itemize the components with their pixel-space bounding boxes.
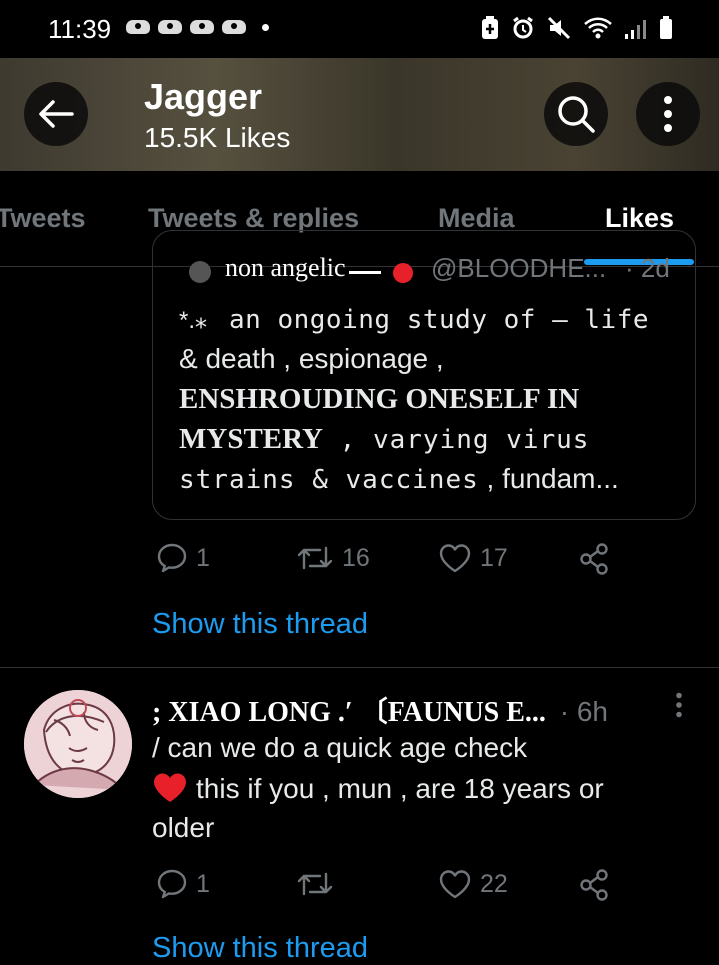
gamepad-icon [190, 20, 214, 34]
tweet-divider [0, 667, 719, 668]
quoted-time: · 2d [625, 253, 670, 283]
search-icon [558, 96, 595, 133]
quoted-line-5: strains & vaccines , fundam... [179, 463, 619, 495]
retweet-button[interactable]: 16 [296, 542, 370, 574]
quoted-line-4: MYSTERY , varying virus [179, 423, 589, 456]
tweet-text-line-2: this if you , mun , are 18 years or [152, 772, 604, 805]
more-vertical-icon [664, 96, 672, 132]
share-icon [580, 543, 608, 575]
quoted-avatar-icon [189, 261, 211, 283]
quoted-line-1-text: an ongoing study of — life [229, 305, 650, 335]
tab-tweets[interactable]: Tweets [0, 203, 86, 234]
quoted-line-2: & death , espionage , [179, 343, 444, 374]
back-button[interactable] [24, 82, 88, 146]
share-icon [580, 869, 608, 901]
retweet-button-2[interactable] [296, 868, 342, 900]
more-notifications-dot [262, 23, 269, 31]
reply-button[interactable]: 1 [156, 542, 210, 574]
quoted-sparkle-prefix: *.⁎ [179, 307, 208, 334]
like-button[interactable]: 17 [438, 542, 508, 574]
quoted-handle: @BLOODHE... [431, 253, 607, 283]
quoted-line-3: ENSHROUDING ONESELF IN [179, 383, 580, 415]
more-options-button[interactable] [636, 82, 700, 146]
battery-saver-icon [482, 16, 498, 39]
show-thread-link-2[interactable]: Show this thread [152, 932, 368, 965]
quoted-line-1: *.⁎ an ongoing study of — life [179, 303, 649, 335]
retweet-count: 16 [342, 543, 370, 572]
reply-count: 1 [196, 543, 210, 572]
share-button-2[interactable] [578, 868, 612, 902]
reply-icon [157, 869, 187, 899]
quoted-author: non angelic [225, 253, 346, 282]
quoted-line-4-bold: MYSTERY [179, 423, 323, 455]
notification-icons [126, 20, 269, 34]
avatar[interactable] [24, 690, 132, 798]
tweet-author-name-text: ; XIAO LONG .′ 〔FAUNUS E... [152, 697, 546, 728]
heart-icon [439, 870, 471, 899]
system-icons [481, 16, 673, 40]
heart-icon [439, 544, 471, 573]
likes-count: 15.5K Likes [144, 122, 291, 153]
quoted-heart-emoji-icon [393, 263, 413, 283]
signal-icon [625, 20, 646, 39]
battery-icon [660, 16, 672, 39]
red-heart-emoji-icon [154, 773, 186, 802]
retweet-icon [297, 546, 333, 570]
alarm-icon [513, 16, 533, 39]
retweet-icon [297, 872, 333, 896]
quoted-line-4-text: , varying virus [323, 425, 590, 455]
status-bar: 11:39 [0, 0, 719, 58]
tweet-text-line-1: / can we do a quick age check [152, 732, 528, 763]
arrow-left-icon [39, 100, 74, 128]
tweet-text-line-3: older [152, 812, 215, 843]
gamepad-icon [222, 20, 246, 34]
tweet-text-line-2-text: this if you , mun , are 18 years or [196, 773, 604, 804]
like-count-2: 22 [480, 869, 508, 898]
like-button-2[interactable]: 22 [438, 868, 508, 900]
search-button[interactable] [544, 82, 608, 146]
avatar-illustration-icon [24, 690, 132, 798]
tweet-more-icon[interactable] [674, 692, 684, 718]
quoted-line-5-mono: strains & vaccines [179, 465, 479, 495]
profile-header: Jagger 15.5K Likes [0, 58, 719, 171]
quoted-tweet-card[interactable]: non angelic @BLOODHE... · 2d *.⁎ an ongoi… [152, 230, 696, 520]
quoted-separator [349, 271, 381, 274]
wifi-icon [584, 17, 612, 39]
share-button[interactable] [578, 542, 612, 576]
reply-icon [157, 543, 187, 573]
reply-count-2: 1 [196, 869, 210, 898]
mute-icon [547, 16, 571, 40]
gamepad-icon [158, 20, 182, 34]
status-time: 11:39 [48, 14, 112, 44]
tweet-time: · 6h [559, 696, 608, 727]
tweet-author-name[interactable]: ; XIAO LONG .′ 〔FAUNUS E... · 6h [152, 690, 608, 730]
show-thread-link[interactable]: Show this thread [152, 608, 368, 641]
quoted-line-5-text: , fundam... [478, 463, 619, 494]
reply-button-2[interactable]: 1 [156, 868, 210, 900]
profile-title: Jagger [144, 76, 263, 117]
like-count: 17 [480, 543, 508, 572]
gamepad-icon [126, 20, 150, 34]
